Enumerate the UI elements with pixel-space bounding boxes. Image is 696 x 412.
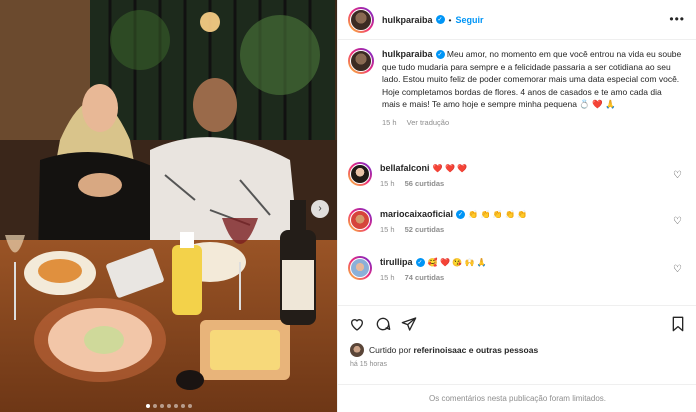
heart-icon[interactable]: ♡ (673, 170, 682, 181)
carousel-dot (180, 404, 185, 408)
share-button[interactable] (400, 315, 418, 333)
comment-text: 👏 👏 👏 👏 👏 (468, 210, 528, 219)
see-translation-link[interactable]: Ver tradução (407, 117, 450, 130)
save-button[interactable] (669, 315, 687, 333)
avatar[interactable] (348, 162, 372, 186)
carousel-dot (145, 404, 150, 408)
comments-limited-notice: Os comentários nesta publicação foram li… (338, 384, 696, 412)
comment-likes[interactable]: 74 curtidas (405, 273, 445, 282)
heart-icon[interactable]: ♡ (673, 264, 682, 275)
comment-text: ❤️ ❤️ ❤️ (432, 164, 468, 173)
comment-item: tirullipa ✓ 🥰 ❤️ 😘 🙌 🙏 15 h 74 curtidas ♡ (348, 256, 688, 282)
carousel-dot (187, 404, 192, 408)
comment-time[interactable]: 15 h (380, 225, 395, 234)
carousel-dot (173, 404, 178, 408)
follow-button[interactable]: Seguir (456, 15, 484, 25)
avatar[interactable] (348, 208, 372, 232)
more-options-icon[interactable]: ••• (669, 13, 685, 25)
liked-by-others[interactable]: e outras pessoas (469, 345, 538, 355)
next-photo-button[interactable]: › (311, 200, 329, 218)
avatar[interactable] (348, 256, 372, 280)
post-actions-bar (338, 305, 696, 339)
comment-username[interactable]: tirullipa (380, 257, 413, 267)
post-details-panel: hulkparaiba ✓ • Seguir ••• hulkparaiba ✓ … (337, 0, 696, 412)
comment-item: bellafalconi ❤️ ❤️ ❤️ 15 h 56 curtidas ♡ (348, 162, 688, 188)
comment-likes[interactable]: 52 curtidas (405, 225, 445, 234)
post-caption: hulkparaiba ✓ Meu amor, no momento em que… (348, 48, 688, 129)
comment-text: 🥰 ❤️ 😘 🙌 🙏 (427, 258, 487, 267)
verified-badge-icon: ✓ (415, 258, 425, 268)
carousel-dot (152, 404, 157, 408)
chevron-right-icon: › (318, 203, 322, 214)
carousel-dot (166, 404, 171, 408)
caption-time[interactable]: 15 h (382, 117, 397, 130)
post-photo[interactable]: › (0, 0, 337, 412)
liked-by-row: Curtido por referinoisaac e outras pesso… (350, 343, 538, 357)
comment-button[interactable] (374, 315, 392, 333)
carousel-dot (159, 404, 164, 408)
verified-badge-icon: ✓ (435, 50, 445, 60)
comment-icon (376, 317, 391, 331)
comment-time[interactable]: 15 h (380, 179, 395, 188)
comment-username[interactable]: mariocaixaoficial (380, 209, 453, 219)
liked-by-prefix: Curtido por (369, 345, 412, 355)
heart-icon[interactable]: ♡ (673, 216, 682, 227)
liked-by-user[interactable]: referinoisaac (413, 345, 466, 355)
instagram-post: › hulkparaiba ✓ • Seguir ••• hulkparaiba… (0, 0, 696, 412)
like-button[interactable] (348, 315, 366, 333)
post-timestamp[interactable]: há 15 horas (350, 361, 387, 368)
caption-username[interactable]: hulkparaiba (382, 49, 433, 59)
verified-badge-icon: ✓ (435, 15, 445, 24)
heart-icon (350, 319, 364, 331)
post-header: hulkparaiba ✓ • Seguir ••• (338, 0, 696, 40)
carousel-indicator (0, 404, 337, 408)
share-icon (401, 317, 417, 331)
comment-item: mariocaixaoficial ✓ 👏 👏 👏 👏 👏 15 h 52 cur… (348, 208, 688, 234)
comment-time[interactable]: 15 h (380, 273, 395, 282)
avatar[interactable] (348, 48, 374, 74)
avatar[interactable] (350, 343, 364, 357)
avatar[interactable] (348, 6, 374, 33)
bookmark-icon (672, 316, 684, 332)
comment-likes[interactable]: 56 curtidas (405, 179, 445, 188)
comment-username[interactable]: bellafalconi (380, 163, 430, 173)
separator: • (448, 14, 452, 25)
verified-badge-icon: ✓ (456, 210, 466, 220)
photo-illustration (0, 0, 337, 412)
author-username[interactable]: hulkparaiba (382, 15, 433, 25)
